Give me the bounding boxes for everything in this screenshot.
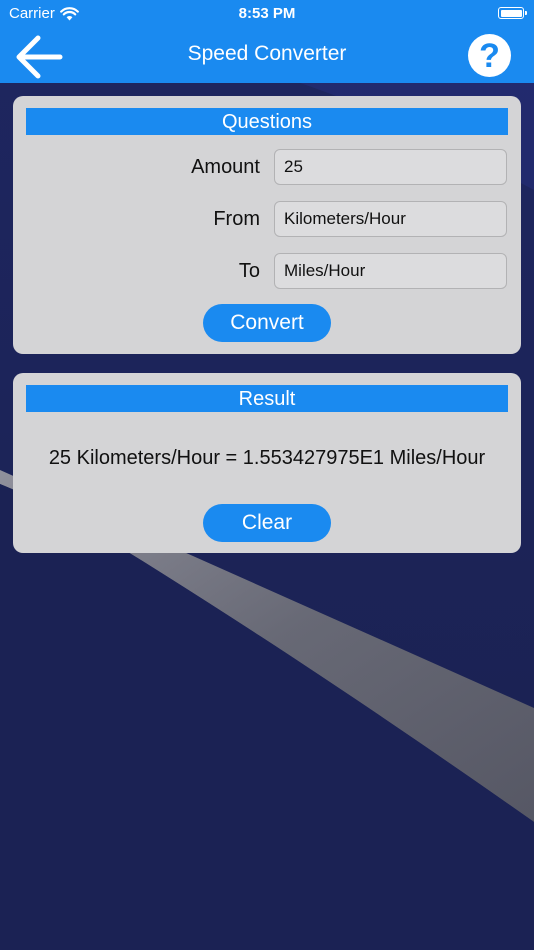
convert-button[interactable]: Convert [203, 304, 331, 342]
amount-input[interactable]: 25 [274, 149, 507, 185]
result-text: 25 Kilometers/Hour = 1.553427975E1 Miles… [48, 447, 486, 469]
result-header: Result [26, 385, 508, 412]
status-bar: Carrier 8:53 PM [0, 0, 534, 28]
to-label: To [238, 260, 260, 282]
to-unit-field[interactable]: Miles/Hour [274, 253, 507, 289]
questions-header: Questions [26, 108, 508, 135]
from-unit-field[interactable]: Kilometers/Hour [274, 201, 507, 237]
amount-label: Amount [191, 156, 260, 178]
question-mark-icon: ? [479, 37, 500, 75]
clear-button[interactable]: Clear [203, 504, 331, 542]
result-card: Result 25 Kilometers/Hour = 1.553427975E… [13, 373, 521, 553]
battery-icon [498, 7, 527, 19]
navigation-bar: Carrier 8:53 PM Speed Converter ? [0, 0, 534, 83]
questions-card: Questions Amount 25 From Kilometers/Hour… [13, 96, 521, 354]
clock: 8:53 PM [238, 5, 296, 22]
from-label: From [213, 208, 260, 230]
help-button[interactable]: ? [468, 34, 511, 77]
page-title: Speed Converter [187, 42, 347, 65]
